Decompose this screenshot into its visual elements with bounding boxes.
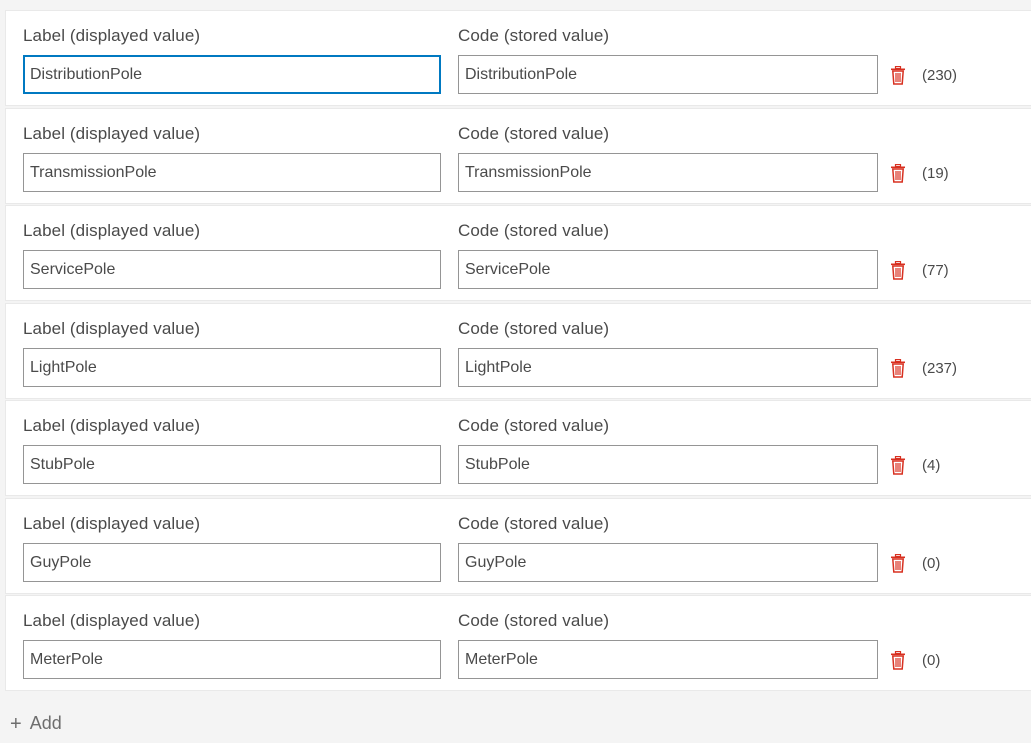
list-item: Label (displayed value) Code (stored val…: [5, 302, 1031, 399]
label-input[interactable]: DistributionPole: [23, 55, 441, 94]
code-heading: Code (stored value): [458, 513, 610, 533]
label-heading: Label (displayed value): [23, 513, 201, 533]
code-input[interactable]: StubPole: [458, 445, 878, 484]
code-heading: Code (stored value): [458, 221, 610, 240]
label-heading: Label (displayed value): [23, 611, 201, 630]
list-item: Label (displayed value) Code (stored val…: [5, 10, 1031, 106]
domain-values-list: Label (displayed value) Code (stored val…: [5, 10, 1031, 693]
label-input[interactable]: MeterPole: [23, 640, 441, 679]
usage-count: (0): [922, 554, 941, 572]
plus-icon: +: [10, 712, 22, 735]
code-input[interactable]: GuyPole: [458, 542, 878, 582]
usage-count: (77): [922, 262, 949, 279]
code-input[interactable]: TransmissionPole: [458, 152, 878, 192]
usage-count: (230): [922, 67, 958, 84]
code-input[interactable]: DistributionPole: [458, 55, 878, 94]
usage-count: (4): [922, 457, 941, 474]
label-heading: Label (displayed value): [23, 318, 201, 338]
list-item: Label (displayed value) Code (stored val…: [5, 497, 1031, 594]
label-heading: Label (displayed value): [23, 416, 201, 435]
label-heading: Label (displayed value): [23, 123, 201, 143]
add-label: Add: [29, 713, 62, 733]
code-heading: Code (stored value): [458, 26, 610, 45]
trash-icon[interactable]: [890, 163, 906, 183]
list-item: Label (displayed value) Code (stored val…: [5, 595, 1031, 691]
code-input[interactable]: LightPole: [458, 347, 878, 387]
code-heading: Code (stored value): [458, 318, 610, 338]
label-heading: Label (displayed value): [23, 221, 201, 240]
label-input[interactable]: ServicePole: [23, 250, 441, 289]
code-input[interactable]: MeterPole: [458, 640, 878, 679]
label-input[interactable]: StubPole: [23, 445, 441, 484]
usage-count: (19): [922, 164, 949, 182]
label-input[interactable]: TransmissionPole: [23, 152, 441, 192]
trash-icon[interactable]: [890, 553, 906, 573]
usage-count: (0): [922, 652, 941, 669]
label-input[interactable]: LightPole: [23, 347, 441, 387]
list-item: Label (displayed value) Code (stored val…: [5, 205, 1031, 301]
add-button[interactable]: + Add: [10, 713, 62, 734]
trash-icon[interactable]: [890, 358, 906, 378]
list-item: Label (displayed value) Code (stored val…: [5, 107, 1031, 204]
trash-icon[interactable]: [890, 651, 906, 670]
trash-icon[interactable]: [890, 261, 906, 280]
label-heading: Label (displayed value): [23, 26, 201, 45]
code-heading: Code (stored value): [458, 416, 610, 435]
list-item: Label (displayed value) Code (stored val…: [5, 400, 1031, 496]
code-heading: Code (stored value): [458, 123, 610, 143]
label-input[interactable]: GuyPole: [23, 542, 441, 582]
usage-count: (237): [922, 359, 958, 377]
code-input[interactable]: ServicePole: [458, 250, 878, 289]
code-heading: Code (stored value): [458, 611, 610, 630]
trash-icon[interactable]: [890, 66, 906, 85]
trash-icon[interactable]: [890, 456, 906, 475]
